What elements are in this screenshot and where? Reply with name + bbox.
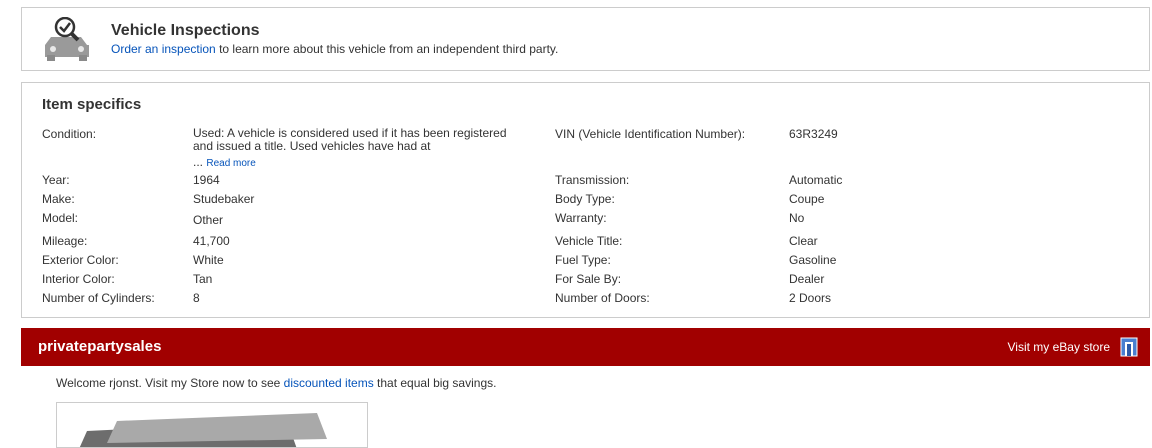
store-item-thumbnail[interactable]	[56, 402, 368, 448]
item-specifics-panel: Item specifics Condition: Used: A vehicl…	[21, 82, 1150, 318]
store-name[interactable]: privatepartysales	[38, 338, 161, 355]
welcome-suffix: that equal big savings.	[373, 376, 497, 390]
spec-label-warranty: Warranty:	[555, 211, 607, 225]
spec-value-interior-color: Tan	[193, 272, 213, 286]
spec-label-model: Model:	[42, 211, 79, 225]
inspection-text: to learn more about this vehicle from an…	[215, 42, 559, 56]
spec-value-vin: 63R3249	[789, 127, 838, 141]
condition-value: Used: A vehicle is considered used if it…	[193, 126, 507, 153]
spec-value-for-sale-by: Dealer	[789, 272, 825, 286]
spec-label-transmission: Transmission:	[555, 173, 630, 187]
spec-value-make: Studebaker	[193, 192, 255, 206]
spec-value-exterior-color: White	[193, 253, 224, 267]
spec-label-vin: VIN (Vehicle Identification Number):	[555, 127, 746, 141]
read-more-link[interactable]: Read more	[206, 158, 255, 169]
ellipsis: ...	[193, 155, 204, 169]
spec-value-vehicle-title: Clear	[789, 234, 818, 248]
store-header-bar: privatepartysales Visit my eBay store	[21, 328, 1150, 366]
spec-value-mileage: 41,700	[193, 234, 230, 248]
welcome-prefix: Welcome rjonst. Visit my Store now to se…	[56, 376, 284, 390]
car-inspection-icon	[45, 17, 89, 61]
store-door-icon[interactable]	[1120, 337, 1138, 357]
order-inspection-link[interactable]: Order an inspection	[111, 42, 216, 56]
spec-value-fuel-type: Gasoline	[789, 253, 837, 267]
spec-label-exterior-color: Exterior Color:	[42, 253, 119, 267]
inspection-title: Vehicle Inspections	[111, 22, 260, 39]
spec-value-doors: 2 Doors	[789, 291, 832, 305]
spec-label-make: Make:	[42, 192, 75, 206]
spec-label-cylinders: Number of Cylinders:	[42, 291, 155, 305]
spec-label-vehicle-title: Vehicle Title:	[555, 234, 623, 248]
spec-label-year: Year:	[42, 173, 70, 187]
store-welcome-message: Welcome rjonst. Visit my Store now to se…	[56, 376, 496, 390]
spec-value-warranty: No	[789, 211, 805, 225]
spec-label-mileage: Mileage:	[42, 234, 88, 248]
condition-label: Condition:	[42, 127, 97, 141]
spec-label-fuel-type: Fuel Type:	[555, 253, 611, 267]
visit-store-link[interactable]: Visit my eBay store	[1008, 340, 1110, 354]
vehicle-inspection-panel: Vehicle Inspections Order an inspection …	[21, 7, 1150, 71]
spec-label-for-sale-by: For Sale By:	[555, 272, 622, 286]
spec-label-doors: Number of Doors:	[555, 291, 650, 305]
item-specifics-title: Item specifics	[42, 96, 142, 113]
read-more-row: ... Read more	[193, 155, 256, 169]
spec-value-body-type: Coupe	[789, 192, 825, 206]
spec-value-model: Other	[193, 213, 224, 227]
spec-value-cylinders: 8	[193, 291, 200, 305]
spec-label-interior-color: Interior Color:	[42, 272, 115, 286]
discounted-items-link[interactable]: discounted items	[284, 376, 374, 390]
spec-value-transmission: Automatic	[789, 173, 843, 187]
photo-placeholder-icon	[79, 413, 327, 447]
spec-label-body-type: Body Type:	[555, 192, 615, 206]
spec-value-year: 1964	[193, 173, 220, 187]
inspection-description: Order an inspection to learn more about …	[111, 42, 558, 56]
